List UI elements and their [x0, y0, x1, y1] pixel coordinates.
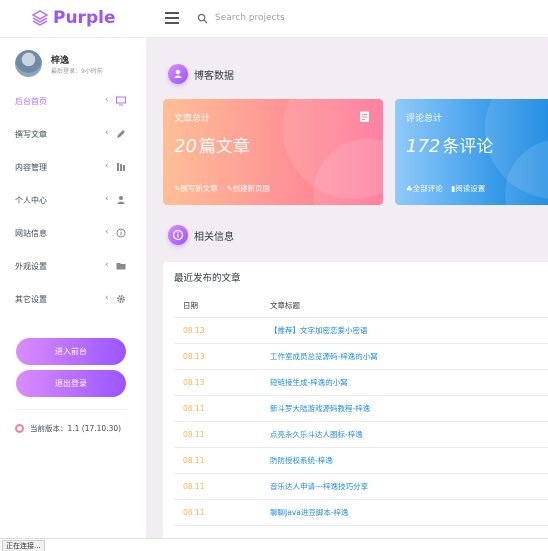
article-link[interactable]: 音乐达人申请---梓逸技巧分享	[270, 481, 548, 492]
card-title: 评论总计	[406, 114, 443, 124]
sidebar-nav: 后台首页 ‹ 撰写文章 ‹ 内容管理 ‹ 个人中心 ‹ 网站信息 ‹ 外观设置 …	[0, 86, 146, 317]
sidebar-item-label: 网站信息	[15, 229, 47, 238]
status-text: 正在连接...	[2, 540, 45, 551]
card-links: ♣全部评论 ▮阅读设置	[406, 183, 491, 194]
sidebar-item-appearance[interactable]: 外观设置 ‹	[0, 251, 146, 284]
row-date: 08.13	[183, 326, 205, 335]
recent-articles-panel: 最近发布的文章 日期 文章标题 08.13 【推荐】文字加密恋爱小密语 08.13…	[163, 262, 548, 538]
table-row[interactable]: 08.11 音乐达人申请---梓逸技巧分享	[174, 474, 548, 500]
row-date: 08.11	[183, 508, 205, 517]
article-link[interactable]: 短链接生成-梓逸的小窝	[270, 377, 548, 388]
table-row[interactable]: 08.11 新斗罗大陆游戏源码教程-梓逸	[174, 396, 548, 422]
table-row[interactable]: 08.13 短链接生成-梓逸的小窝	[174, 370, 548, 396]
article-link[interactable]: 点亮永久乐斗达人图标-梓逸	[270, 429, 548, 440]
sidebar-item-other-settings[interactable]: 其它设置 ‹	[0, 284, 146, 317]
chevron-left-icon: ‹	[105, 161, 109, 171]
sidebar-divider	[15, 409, 127, 410]
section-title: 相关信息	[194, 231, 234, 243]
profile-name: 梓逸	[51, 56, 70, 66]
version-text: 当前版本：1.1 (17.10.30)	[30, 424, 122, 433]
articles-count: 20 篇文章	[174, 136, 250, 157]
books-icon	[117, 163, 125, 171]
related-info-header: 相关信息	[168, 225, 234, 245]
top-navbar: Purple	[0, 0, 548, 38]
card-links: ✎撰写新文章 ✎创建新页面	[174, 183, 276, 194]
layers-icon	[32, 10, 48, 26]
column-header-title: 文章标题	[270, 301, 300, 310]
sidebar-item-site-info[interactable]: 网站信息 ‹	[0, 218, 146, 251]
all-comments-link[interactable]: ♣全部评论	[406, 184, 446, 193]
article-link[interactable]: 聊聊Java进豆脚本-梓逸	[270, 507, 548, 518]
last-login-text: 最后登录：9小时前	[51, 68, 103, 75]
table-row[interactable]: 08.11 防防授权系统-梓逸	[174, 448, 548, 474]
recent-articles-table: 日期 文章标题 08.13 【推荐】文字加密恋爱小密语 08.13 工作室成员总览源…	[174, 294, 548, 526]
brand-logo[interactable]: Purple	[32, 8, 115, 28]
column-header-date: 日期	[183, 301, 198, 310]
browser-status-bar: 正在连接...	[0, 538, 548, 551]
table-row[interactable]: 08.13 【推荐】文字加密恋爱小密语	[174, 318, 548, 344]
sidebar-item-label: 内容管理	[15, 163, 47, 172]
comments-total-card: 评论总计 172 条评论 ♣全部评论 ▮阅读设置	[395, 99, 548, 205]
home-icon	[168, 64, 188, 84]
sidebar-item-write[interactable]: 撰写文章 ‹	[0, 119, 146, 152]
card-title: 文章总计	[174, 114, 211, 124]
brand-name: Purple	[53, 8, 116, 28]
sidebar-item-label: 后台首页	[15, 97, 47, 106]
chevron-left-icon: ‹	[105, 194, 109, 204]
table-row[interactable]: 08.11 聊聊Java进豆脚本-梓逸	[174, 500, 548, 526]
document-icon	[360, 111, 369, 122]
article-link[interactable]: 【推荐】文字加密恋爱小密语	[270, 325, 548, 336]
sidebar-item-dashboard[interactable]: 后台首页 ‹	[0, 86, 146, 119]
pencil-icon	[117, 130, 125, 138]
version-info: 当前版本：1.1 (17.10.30)	[15, 423, 121, 434]
section-title: 博客数据	[194, 70, 234, 82]
row-date: 08.13	[183, 378, 205, 387]
folder-icon	[116, 263, 126, 270]
user-icon	[117, 196, 125, 204]
articles-total-card: 文章总计 20 篇文章 ✎撰写新文章 ✎创建新页面	[163, 99, 383, 205]
reading-settings-link[interactable]: ▮阅读设置	[451, 184, 488, 193]
chevron-left-icon: ‹	[105, 128, 109, 138]
sidebar-item-label: 个人中心	[15, 196, 47, 205]
version-ring-icon	[15, 424, 24, 433]
menu-toggle-icon[interactable]	[165, 12, 179, 24]
sidebar-item-profile[interactable]: 个人中心 ‹	[0, 185, 146, 218]
sidebar-item-label: 外观设置	[15, 262, 47, 271]
sidebar: 梓逸 最后登录：9小时前 后台首页 ‹ 撰写文章 ‹ 内容管理 ‹ 个人中心 ‹…	[0, 38, 146, 538]
info-icon	[116, 228, 126, 238]
search-icon	[197, 13, 208, 24]
write-article-link[interactable]: ✎撰写新文章	[174, 184, 221, 193]
chevron-left-icon: ‹	[105, 227, 109, 237]
enter-frontend-button[interactable]: 进入前台	[16, 338, 126, 365]
panel-title: 最近发布的文章	[174, 273, 241, 284]
row-date: 08.11	[183, 404, 205, 413]
article-link[interactable]: 工作室成员总览源码-梓逸的小窝	[270, 351, 548, 362]
main-content: 博客数据 文章总计 20 篇文章 ✎撰写新文章 ✎创建新页面 评论总计 172 条评…	[146, 38, 548, 538]
info-icon	[168, 225, 188, 245]
chevron-left-icon: ‹	[105, 293, 109, 303]
row-date: 08.13	[183, 352, 205, 361]
user-profile[interactable]: 梓逸 最后登录：9小时前	[15, 50, 140, 80]
monitor-icon	[116, 96, 126, 106]
gear-icon	[117, 295, 125, 303]
avatar[interactable]	[15, 50, 42, 77]
table-row[interactable]: 08.11 点亮永久乐斗达人图标-梓逸	[174, 422, 548, 448]
sidebar-item-label: 撰写文章	[15, 130, 47, 139]
create-page-link[interactable]: ✎创建新页面	[226, 184, 273, 193]
table-header: 日期 文章标题	[174, 294, 548, 318]
sidebar-item-label: 其它设置	[15, 295, 47, 304]
chevron-left-icon: ‹	[105, 95, 109, 105]
sidebar-item-content[interactable]: 内容管理 ‹	[0, 152, 146, 185]
logout-button[interactable]: 退出登录	[16, 370, 126, 397]
search-input[interactable]	[215, 8, 415, 28]
row-date: 08.11	[183, 482, 205, 491]
row-date: 08.11	[183, 430, 205, 439]
row-date: 08.11	[183, 456, 205, 465]
comments-count: 172 条评论	[406, 136, 494, 157]
article-link[interactable]: 新斗罗大陆游戏源码教程-梓逸	[270, 403, 548, 414]
table-row[interactable]: 08.13 工作室成员总览源码-梓逸的小窝	[174, 344, 548, 370]
chevron-left-icon: ‹	[105, 260, 109, 270]
article-link[interactable]: 防防授权系统-梓逸	[270, 455, 548, 466]
blog-data-header: 博客数据	[168, 64, 234, 84]
